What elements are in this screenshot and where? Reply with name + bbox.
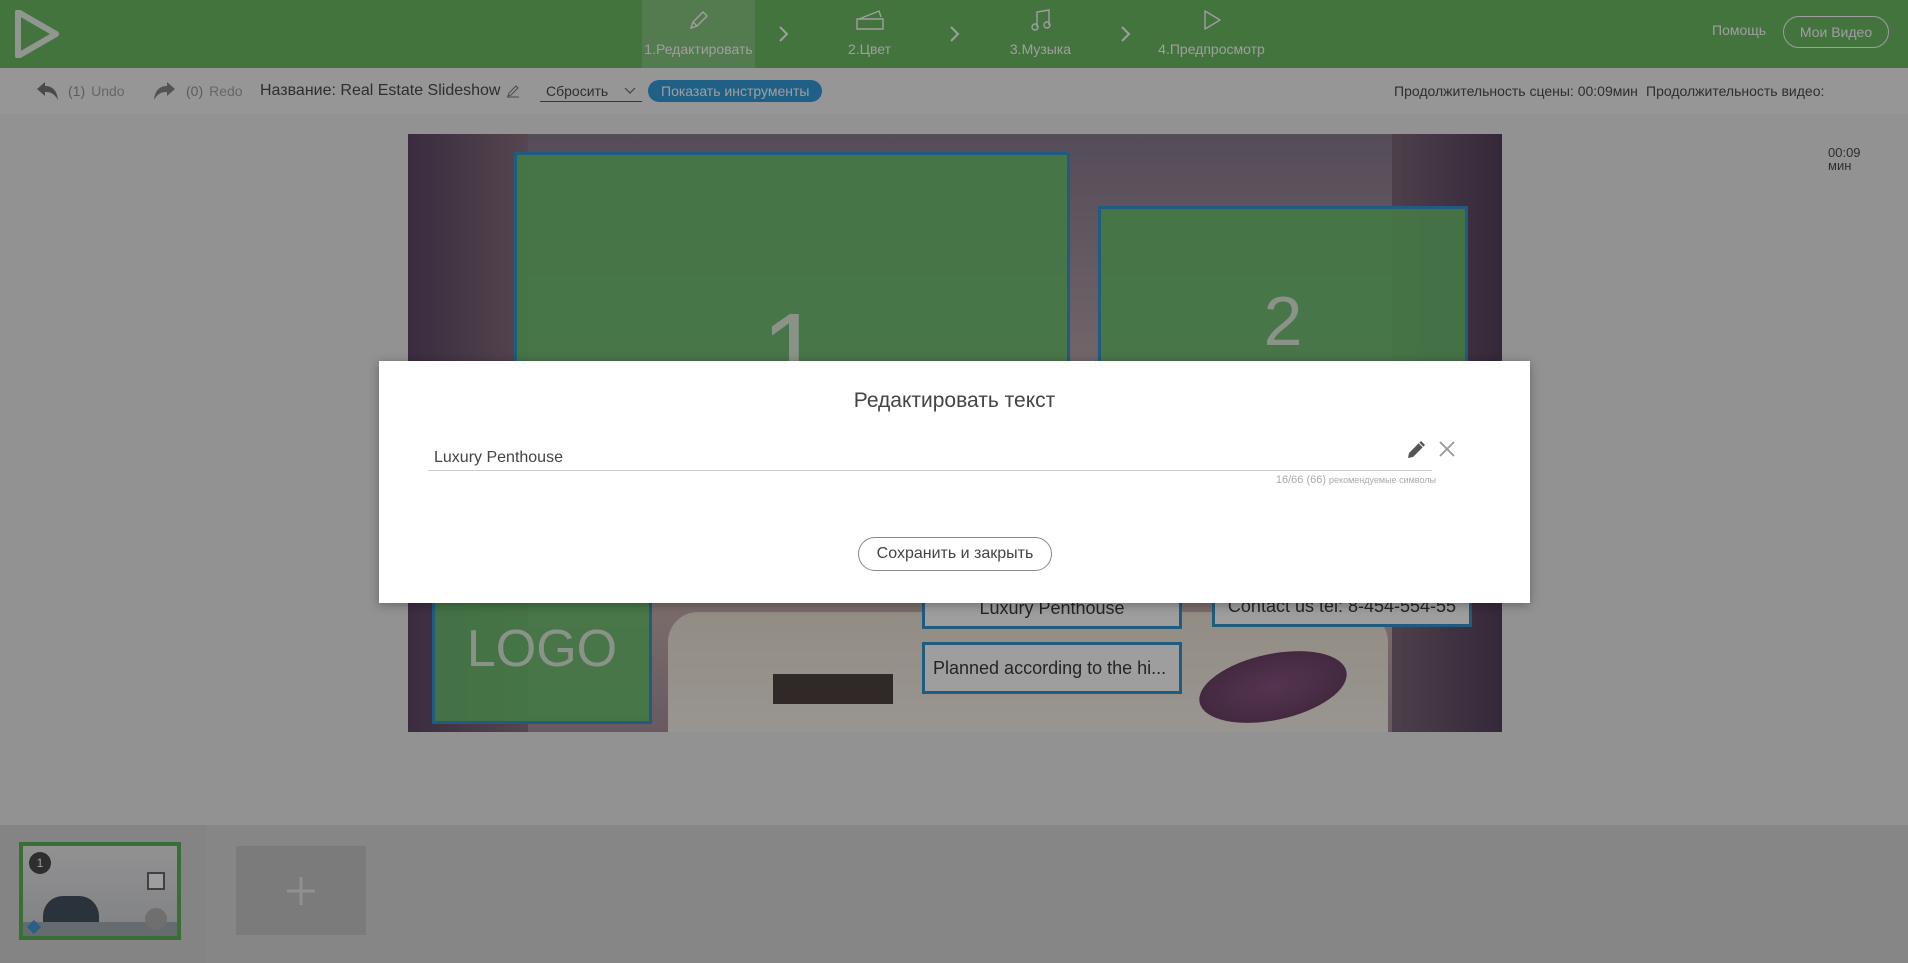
edit-text-dialog: Редактировать текст 16/66 (66)рекомендуе… [379,361,1530,603]
dialog-title: Редактировать текст [853,389,1056,412]
text-input[interactable] [428,445,1432,471]
char-counter: 16/66 (66) рекомендуемые символы [1079,474,1436,486]
pencil-edit-icon[interactable] [1405,437,1429,461]
close-icon[interactable] [1438,440,1456,458]
save-and-close-button[interactable]: Сохранить и закрыть [858,537,1052,571]
char-count-value: 16/66 (66) [1275,474,1327,486]
char-count-hint: рекомендуемые символы [1329,475,1436,485]
